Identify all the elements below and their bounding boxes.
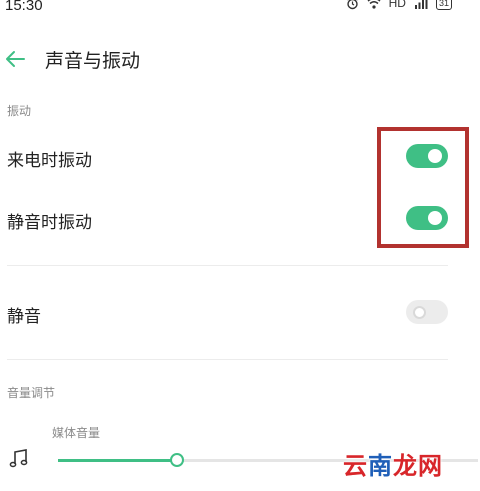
signal-icon [414,0,428,9]
section-title-vibration: 振动 [7,104,32,118]
media-volume-label: 媒体音量 [52,426,101,440]
status-icons: HD 31 [346,0,452,10]
wifi-icon [367,0,381,9]
divider [7,359,448,360]
hd-icon: HD [388,0,406,10]
highlight-box [377,127,469,248]
section-title-volume: 音量调节 [7,386,56,400]
mute-switch[interactable] [406,300,448,324]
music-note-icon [9,449,28,468]
ring-vibrate-label: 来电时振动 [7,151,92,171]
silent-vibrate-label: 静音时振动 [7,213,92,233]
slider-fill [58,459,176,462]
header: 声音与振动 [0,40,480,80]
status-bar: 15:30 HD 31 [0,0,480,16]
status-time: 15:30 [5,0,43,14]
switch-knob [413,305,426,319]
watermark-logo: 云南龙网 [343,451,443,480]
mute-label: 静音 [7,307,41,327]
arrow-left-icon[interactable] [4,48,26,70]
page-title: 声音与振动 [45,50,141,72]
divider [7,265,448,266]
battery-indicator: 31 [435,0,452,10]
alarm-icon [346,0,358,9]
slider-thumb[interactable] [170,453,184,467]
